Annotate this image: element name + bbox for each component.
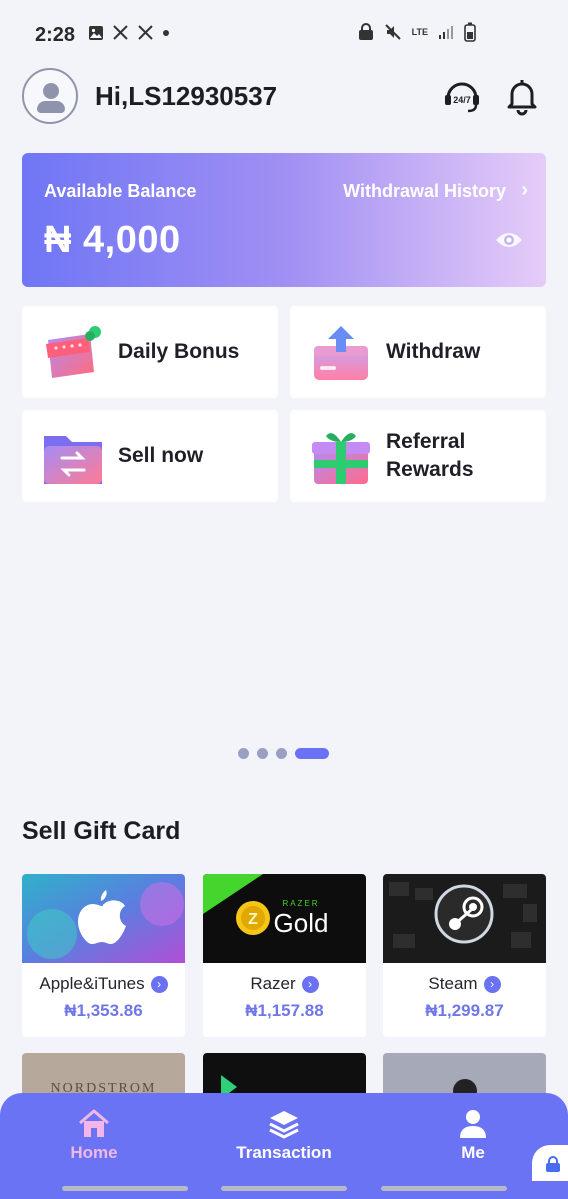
- chevron-right-icon: ›: [483, 976, 501, 993]
- notification-bell-icon[interactable]: [502, 76, 542, 116]
- gift-card-steam[interactable]: Steam › ₦1,299.87: [383, 874, 546, 1037]
- customer-support-icon[interactable]: 24/7: [442, 76, 482, 116]
- nav-transaction-label: Transaction: [236, 1143, 332, 1162]
- carousel-indicator: [238, 748, 329, 759]
- lock-icon: [358, 23, 373, 40]
- withdraw-label: Withdraw: [386, 340, 481, 363]
- referral-rewards-label: Referral Rewards: [386, 430, 474, 481]
- nav-home[interactable]: Home: [19, 1109, 169, 1163]
- carousel-dot-active[interactable]: [295, 748, 329, 759]
- x-icon: [113, 25, 128, 40]
- x-icon: [138, 25, 153, 40]
- user-icon: [460, 1110, 486, 1138]
- greeting: Hi,LS12930537: [95, 81, 278, 111]
- support-badge: 24/7: [453, 95, 471, 105]
- apple-card-image: [22, 874, 185, 963]
- network-label: LTE: [411, 26, 428, 37]
- lock-icon: [546, 1156, 560, 1172]
- bottom-navigation: Home Transaction Me: [0, 1093, 568, 1199]
- gift-card-apple[interactable]: Apple&iTunes › ₦1,353.86: [22, 874, 185, 1037]
- calendar-icon: [46, 326, 101, 378]
- svg-text:Z: Z: [248, 911, 258, 928]
- razer-brand-main: Gold: [274, 908, 329, 938]
- chevron-right-icon[interactable]: ›: [521, 179, 528, 202]
- section-title: Sell Gift Card: [22, 817, 181, 845]
- nav-gesture-bar: [62, 1186, 188, 1191]
- home-icon: [79, 1109, 109, 1137]
- razer-brand-top: RAZER: [282, 899, 319, 908]
- razer-card-image: Z RAZER Gold: [203, 874, 366, 963]
- exchange-folder-icon: [44, 436, 102, 484]
- nav-me[interactable]: Me: [398, 1109, 548, 1163]
- avatar[interactable]: [22, 68, 78, 124]
- gift-card-price: ₦1,157.88: [245, 1001, 324, 1020]
- steam-card-image: [383, 874, 546, 963]
- sell-now-label: Sell now: [118, 444, 204, 467]
- nav-gesture-bar: [381, 1186, 507, 1191]
- nav-me-label: Me: [461, 1143, 485, 1162]
- chevron-right-icon: ›: [150, 976, 168, 993]
- layers-icon: [269, 1111, 299, 1139]
- sell-now-tile[interactable]: Sell now: [22, 410, 278, 502]
- eye-icon[interactable]: [494, 229, 524, 251]
- withdraw-tile[interactable]: Withdraw: [290, 306, 546, 398]
- signal-icon: [439, 26, 453, 39]
- withdraw-icon: [314, 326, 368, 380]
- nav-transaction[interactable]: Transaction: [209, 1109, 359, 1163]
- referral-rewards-tile[interactable]: Referral Rewards: [290, 410, 546, 502]
- nav-home-label: Home: [70, 1143, 118, 1162]
- balance-label: Available Balance: [44, 181, 197, 201]
- chevron-right-icon: ›: [301, 976, 319, 993]
- gift-icon: [312, 433, 370, 484]
- gift-card-price: ₦1,299.87: [425, 1001, 504, 1020]
- lock-badge: [532, 1145, 568, 1181]
- gift-card-name: Razer: [250, 974, 296, 993]
- gift-card-name: Apple&iTunes: [39, 974, 145, 993]
- balance-card: Available Balance Withdrawal History › ₦…: [22, 153, 546, 287]
- dot-icon: [163, 29, 169, 36]
- status-time: 2:28: [35, 24, 76, 46]
- status-bar: 2:28 LTE: [0, 0, 568, 70]
- daily-bonus-label: Daily Bonus: [118, 340, 240, 363]
- carousel-dot[interactable]: [238, 748, 249, 759]
- battery-icon: [464, 22, 476, 42]
- gift-card-name: Steam: [428, 974, 478, 993]
- nav-gesture-bar: [221, 1186, 347, 1191]
- mute-icon: [384, 24, 401, 40]
- header: Hi,LS12930537 24/7: [22, 68, 546, 124]
- balance-value: ₦ 4,000: [44, 219, 181, 261]
- gift-card-razer[interactable]: Z RAZER Gold Razer › ₦1,157.88: [203, 874, 366, 1037]
- withdrawal-history-link[interactable]: Withdrawal History: [343, 181, 506, 202]
- steam-logo-icon: [434, 884, 494, 944]
- daily-bonus-tile[interactable]: Daily Bonus: [22, 306, 278, 398]
- gift-card-price: ₦1,353.86: [64, 1001, 143, 1020]
- carousel-dot[interactable]: [276, 748, 287, 759]
- gallery-icon: [89, 25, 103, 40]
- promo-banner[interactable]: [22, 515, 546, 787]
- carousel-dot[interactable]: [257, 748, 268, 759]
